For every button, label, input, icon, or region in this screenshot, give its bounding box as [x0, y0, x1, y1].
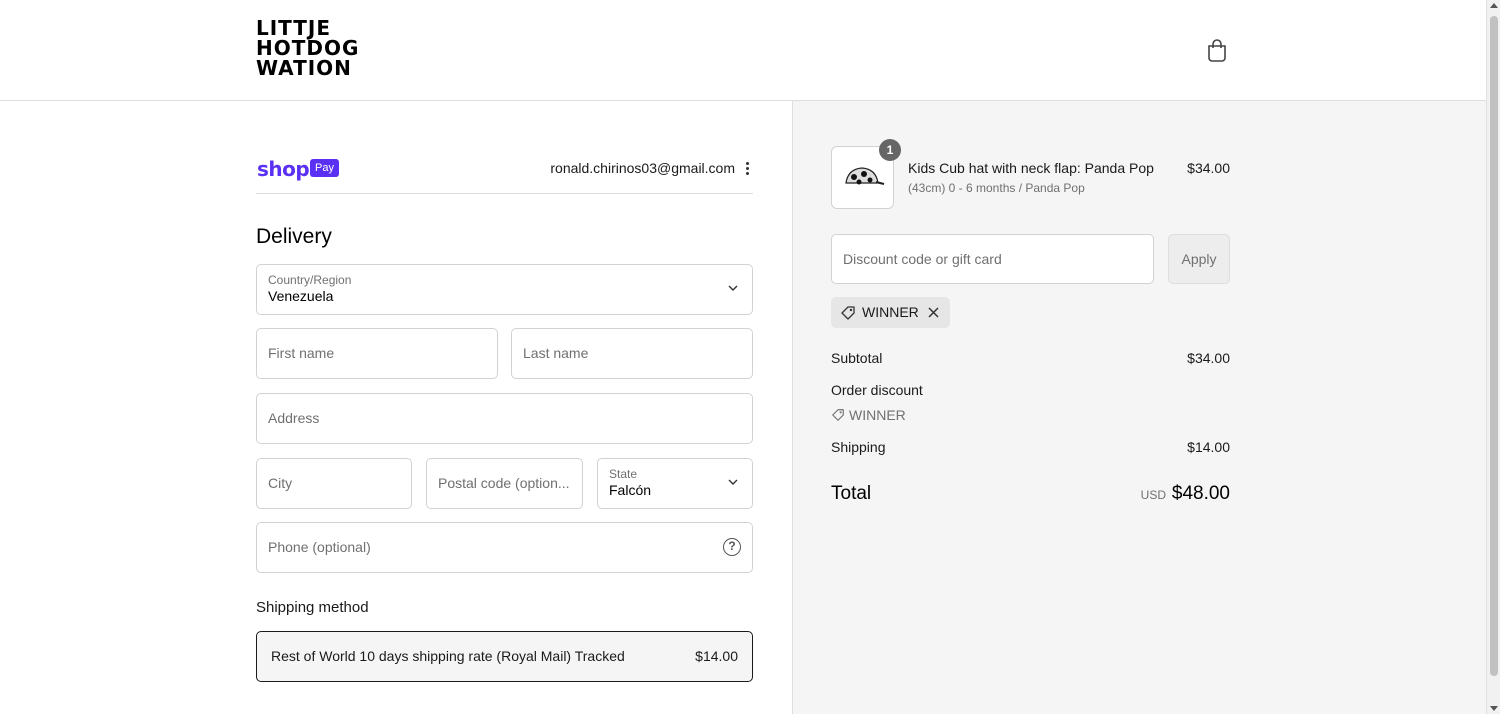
last-name-field[interactable]: Last name	[511, 328, 753, 379]
postal-code-placeholder: Postal code (option...	[438, 475, 570, 491]
subtotal-label: Subtotal	[831, 350, 883, 366]
city-field[interactable]: City	[256, 458, 412, 509]
tag-icon	[832, 409, 844, 421]
shipping-label: Shipping	[831, 439, 886, 455]
account-email: ronald.chirinos03@gmail.com	[550, 160, 735, 176]
shop-pay-account-row: shop Pay ronald.chirinos03@gmail.com	[256, 157, 753, 194]
remove-discount-icon[interactable]	[927, 306, 940, 319]
product-price: $34.00	[1187, 160, 1230, 176]
country-value: Venezuela	[268, 288, 334, 304]
total-currency: USD	[1140, 488, 1166, 502]
first-name-placeholder: First name	[268, 345, 335, 361]
chevron-down-icon	[728, 479, 738, 485]
city-placeholder: City	[268, 475, 293, 491]
address-placeholder: Address	[268, 410, 320, 426]
product-name: Kids Cub hat with neck flap: Panda Pop	[908, 160, 1154, 176]
shipping-method-heading: Shipping method	[256, 599, 369, 616]
scroll-down-arrow-icon[interactable]	[1490, 706, 1498, 711]
phone-placeholder: Phone (optional)	[268, 539, 371, 555]
chevron-down-icon	[728, 285, 738, 291]
order-discount-code-row: WINNER	[831, 407, 906, 423]
state-select[interactable]: State Falcón	[597, 458, 753, 509]
subtotal-value: $34.00	[1187, 350, 1230, 366]
shipping-option-price: $14.00	[695, 648, 738, 664]
logo-line-3: WATION	[256, 56, 352, 80]
state-value: Falcón	[609, 482, 652, 498]
store-logo[interactable]: LITTJE HOTDOG WATION	[256, 18, 359, 78]
tag-icon	[841, 306, 855, 320]
shipping-option[interactable]: Rest of World 10 days shipping rate (Roy…	[256, 631, 753, 682]
scroll-up-arrow-icon[interactable]	[1490, 3, 1498, 8]
discount-code-input[interactable]	[832, 235, 1153, 283]
discount-code-field[interactable]	[831, 234, 1154, 284]
shopping-bag-icon[interactable]	[1206, 38, 1228, 62]
postal-code-field[interactable]: Postal code (option...	[426, 458, 583, 509]
phone-field[interactable]: Phone (optional) ?	[256, 522, 753, 573]
total-label: Total	[831, 483, 872, 504]
question-circle-icon[interactable]: ?	[723, 538, 741, 556]
kebab-menu-icon[interactable]	[743, 160, 751, 176]
order-discount-code: WINNER	[849, 407, 906, 423]
apply-button[interactable]: Apply	[1168, 234, 1230, 284]
quantity-badge: 1	[879, 139, 901, 161]
shipping-value: $14.00	[1187, 439, 1230, 455]
logo-line-2: HOTDOG	[256, 36, 360, 60]
shop-logo: shop	[257, 157, 310, 181]
product-variant: (43cm) 0 - 6 months / Panda Pop	[908, 181, 1085, 195]
vertical-scrollbar[interactable]	[1486, 0, 1500, 714]
shipping-option-name: Rest of World 10 days shipping rate (Roy…	[271, 648, 625, 664]
state-label: State	[609, 467, 638, 481]
first-name-field[interactable]: First name	[256, 328, 498, 379]
country-select[interactable]: Country/Region Venezuela	[256, 264, 753, 315]
site-header: LITTJE HOTDOG WATION	[0, 0, 1486, 101]
checkout-form-panel: shop Pay ronald.chirinos03@gmail.com Del…	[0, 101, 792, 714]
order-summary-panel: 1 Kids Cub hat with neck flap: Panda Pop…	[792, 101, 1486, 714]
country-label: Country/Region	[268, 273, 352, 287]
applied-discount-chip: WINNER	[831, 297, 950, 328]
scroll-thumb[interactable]	[1490, 16, 1498, 676]
logo-line-1: LITTJE	[256, 16, 332, 40]
delivery-heading: Delivery	[256, 225, 332, 248]
total-value: $48.00	[1171, 483, 1230, 504]
order-discount-label: Order discount	[831, 382, 923, 398]
applied-discount-code: WINNER	[862, 304, 919, 320]
address-field[interactable]: Address	[256, 393, 753, 444]
last-name-placeholder: Last name	[523, 345, 589, 361]
shop-pay-badge: Pay	[310, 159, 339, 177]
